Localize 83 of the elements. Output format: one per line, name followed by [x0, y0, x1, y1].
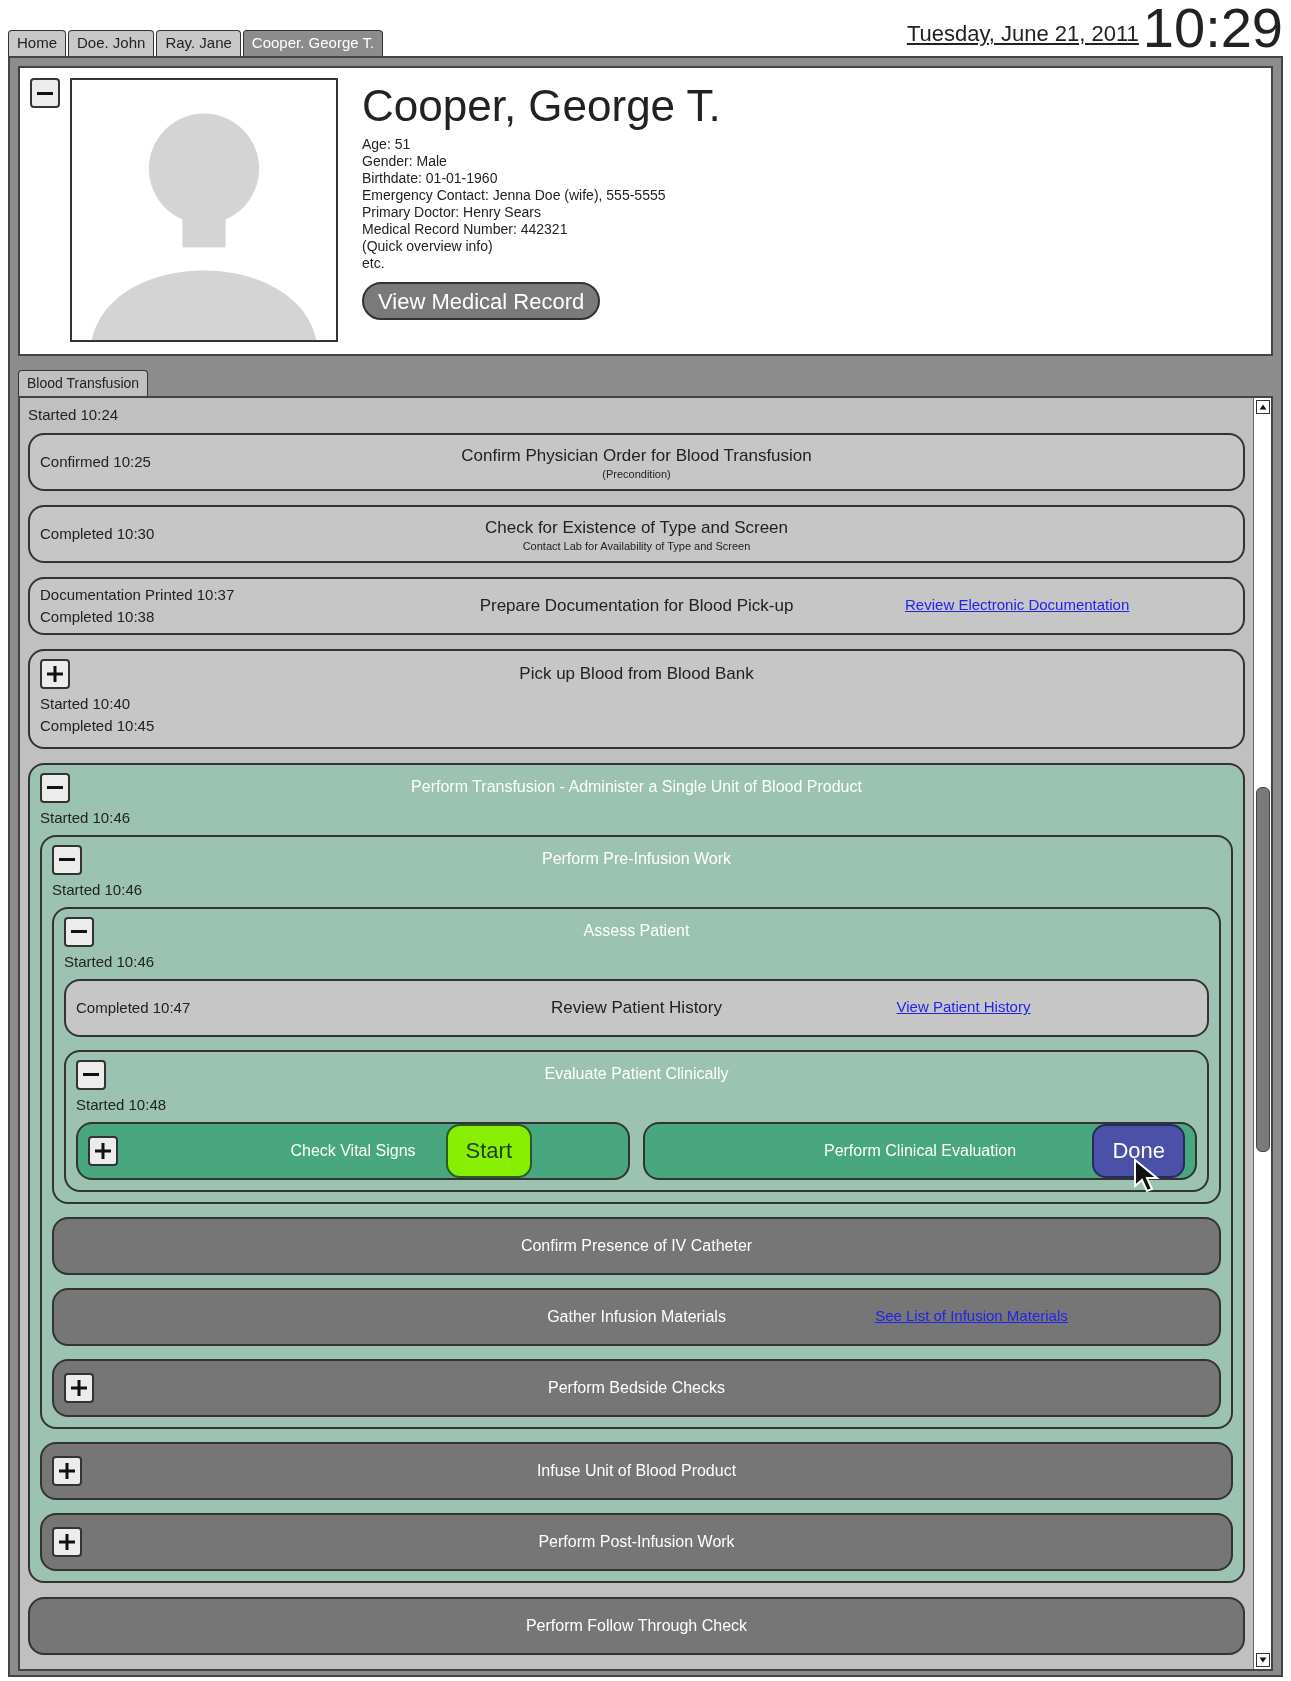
- patient-info-line: (Quick overview info): [362, 238, 494, 255]
- view-record-button[interactable]: View Medical Record: [362, 282, 601, 320]
- plus-icon: [47, 665, 63, 682]
- task-row[interactable]: Completed 10:47 Review Patient History View Patient History: [64, 978, 1209, 1037]
- plus-icon: [71, 1379, 87, 1396]
- task-status: Started 10:46: [40, 807, 132, 828]
- expand-button[interactable]: [88, 1135, 118, 1166]
- task-status: Confirmed 10:25: [40, 451, 151, 472]
- task-title: Perform Pre-Infusion Work: [541, 848, 732, 869]
- task-status: Started 10:46: [52, 879, 144, 900]
- task-title: Check Vital Signs: [290, 1140, 416, 1161]
- task-title: Evaluate Patient Clinically: [544, 1063, 729, 1084]
- task-row[interactable]: Confirm Presence of IV Catheter: [52, 1216, 1221, 1275]
- task-status: Completed 10:38: [40, 606, 156, 627]
- task-title: Infuse Unit of Blood Product: [536, 1460, 737, 1481]
- patient-info-line: Age: 51: [362, 136, 412, 153]
- patient-info-line: Primary Doctor: Henry Sears: [362, 204, 542, 221]
- collapse-button[interactable]: [52, 844, 82, 875]
- patient-info-line: etc.: [362, 255, 386, 272]
- task-title: Confirm Presence of IV Catheter: [520, 1235, 753, 1256]
- done-button[interactable]: Done: [1092, 1123, 1185, 1178]
- task-title: Confirm Physician Order for Blood Transfusion: [461, 444, 812, 467]
- collapse-button[interactable]: [76, 1059, 106, 1090]
- start-button[interactable]: Start: [445, 1123, 532, 1178]
- minus-icon: [71, 930, 87, 933]
- expand-button[interactable]: [52, 1455, 82, 1486]
- patient-tab[interactable]: Home: [8, 30, 66, 56]
- task-row[interactable]: Documentation Printed 10:37 Completed 10:38 Prepare Documentation for Blood Pick-up Review Electronic Documentation: [28, 576, 1245, 635]
- collapse-button[interactable]: [30, 78, 60, 108]
- procedure-status: Started 10:24: [28, 405, 120, 425]
- task-status: Started 10:46: [64, 951, 156, 972]
- patient-info-line: Emergency Contact: Jenna Doe (wife), 555-5555: [362, 187, 667, 204]
- collapse-button[interactable]: [64, 916, 94, 947]
- task-link[interactable]: View Patient History: [896, 996, 1031, 1019]
- expand-button[interactable]: [64, 1372, 94, 1403]
- task-title: Perform Bedside Checks: [548, 1377, 725, 1398]
- minus-icon: [47, 786, 63, 789]
- task-title: Gather Infusion Materials: [547, 1306, 726, 1327]
- task-row[interactable]: Perform Bedside Checks: [52, 1358, 1221, 1417]
- task-row[interactable]: Perform Post-Infusion Work: [40, 1512, 1233, 1571]
- task-title: Pick up Blood from Blood Bank: [519, 662, 754, 685]
- task-row[interactable]: Completed 10:30 Check for Existence of Type and Screen Contact Lab for Availability of Type and Screen: [28, 504, 1245, 563]
- minus-icon: [59, 858, 75, 861]
- scrollbar-thumb[interactable]: [1255, 787, 1270, 1153]
- patient-info-line: Birthdate: 01-01-1960: [362, 170, 499, 187]
- task-subtitle: Contact Lab for Availability of Type and Screen: [522, 540, 751, 553]
- plus-icon: [95, 1142, 111, 1159]
- patient-info-line: Medical Record Number: 442321: [362, 221, 569, 238]
- task-title: Review Patient History: [551, 996, 722, 1019]
- patient-tab[interactable]: Ray. Jane: [156, 30, 241, 56]
- plus-icon: [59, 1533, 75, 1550]
- collapse-button[interactable]: [40, 772, 70, 803]
- procedure-tab[interactable]: Blood Transfusion: [18, 370, 149, 396]
- current-time: 10:29: [1142, 0, 1283, 56]
- minus-icon: [83, 1073, 99, 1076]
- task-title: Perform Post-Infusion Work: [538, 1531, 735, 1552]
- task-row[interactable]: Check Vital Signs Start: [76, 1121, 630, 1180]
- patient-info-line: Gender: Male: [362, 153, 448, 170]
- task-status: Completed 10:45: [40, 715, 156, 736]
- patient-name: Cooper, George T.: [362, 80, 721, 132]
- task-status: Completed 10:47: [76, 997, 191, 1018]
- task-title: Check for Existence of Type and Screen: [485, 516, 788, 539]
- task-link[interactable]: Review Electronic Documentation: [905, 594, 1130, 617]
- patient-tab[interactable]: Doe. John: [68, 30, 155, 56]
- expand-button[interactable]: [52, 1526, 82, 1557]
- task-subtitle: (Precondition): [602, 468, 671, 481]
- task-row[interactable]: Infuse Unit of Blood Product: [40, 1441, 1233, 1500]
- task-title: Perform Clinical Evaluation: [823, 1140, 1017, 1161]
- task-title: Prepare Documentation for Blood Pick-up: [479, 594, 794, 617]
- task-status: Started 10:48: [76, 1094, 168, 1115]
- task-title: Perform Transfusion - Administer a Single Unit of Blood Product: [411, 776, 862, 797]
- task-status: Documentation Printed 10:37: [40, 584, 235, 605]
- plus-icon: [59, 1462, 75, 1479]
- minus-icon: [37, 91, 53, 95]
- task-status: Completed 10:30: [40, 523, 155, 544]
- task-row[interactable]: Confirmed 10:25 Confirm Physician Order for Blood Transfusion (Precondition): [28, 432, 1245, 491]
- task-status: Started 10:40: [40, 693, 132, 714]
- task-title: Perform Follow Through Check: [525, 1615, 748, 1636]
- task-title: Assess Patient: [583, 920, 690, 941]
- scrollbar[interactable]: [1253, 398, 1271, 1669]
- current-date: Tuesday, June 21, 2011: [906, 20, 1139, 48]
- task-row[interactable]: Gather Infusion Materials See List of Infusion Materials: [52, 1287, 1221, 1346]
- expand-button[interactable]: [40, 658, 70, 689]
